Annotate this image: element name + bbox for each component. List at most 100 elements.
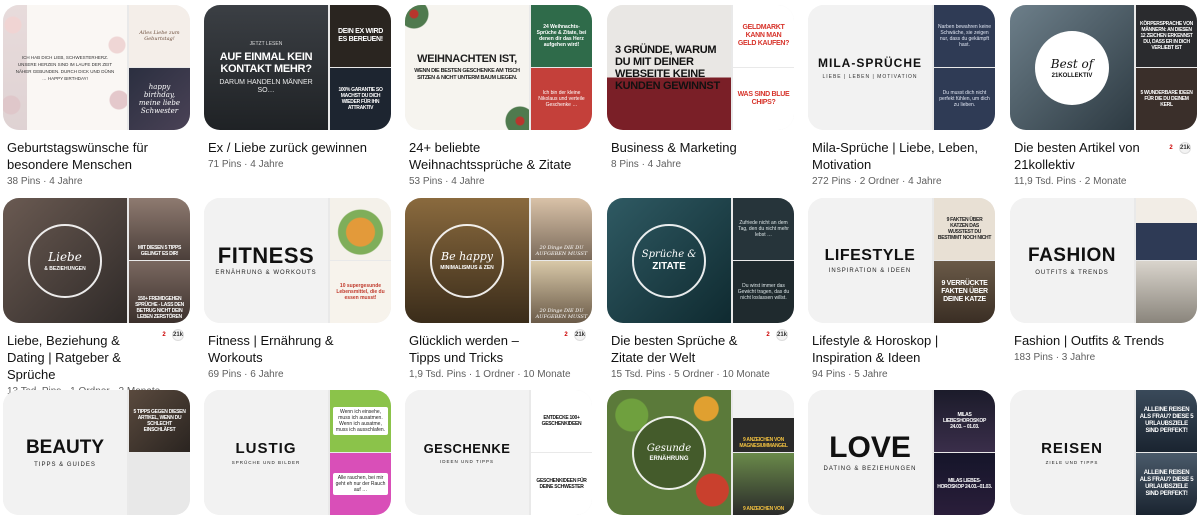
cover-side-bottom: 9 ANZEICHEN VON <box>733 453 794 515</box>
collaborator-avatars[interactable]: 2 21k <box>560 329 586 341</box>
cover-side-top: 9 ANZEICHEN VON MAGNESIUMMANGEL <box>733 390 794 452</box>
board-cover-collage[interactable]: FASHION OUTFITS & TRENDS <box>1010 198 1197 323</box>
board-title[interactable]: Fitness | Ernährung & Workouts <box>204 332 382 366</box>
board-title[interactable]: Lifestyle & Horoskop | Inspiration & Ide… <box>808 332 986 366</box>
avatar: 2 <box>1169 145 1173 151</box>
cover-main-image: BEAUTY TIPPS & GUIDES <box>3 390 127 515</box>
collaborator-avatars[interactable]: 2 21k <box>158 329 184 341</box>
board-meta: 38 Pins · 4 Jahre <box>7 176 83 187</box>
board-card[interactable]: REISEN ZIELE UND TIPPS ALLEINE REISEN AL… <box>1010 390 1197 515</box>
cover-side-bottom: MILAS LIEBES-HOROSKOP 24.03.–01.03. <box>934 453 995 515</box>
board-meta: 272 Pins · 2 Ordner · 4 Jahre <box>812 176 942 187</box>
board-meta: 94 Pins · 5 Jahre <box>812 369 888 380</box>
cover-side-bottom: Du musst dich nicht perfekt fühlen, um d… <box>934 68 995 130</box>
board-cover-collage[interactable]: Liebe & BEZIEHUNGEN MIT DIESEN 5 TIPPS G… <box>3 198 190 323</box>
cover-main-image: Best of 21KOLLEKTIV <box>1010 5 1134 130</box>
board-cover-collage[interactable]: Be happy MINIMALISMUS & ZEN 20 Dinge DIE… <box>405 198 592 323</box>
board-cover-collage[interactable]: WEIHNACHTEN IST, WENN DIE BESTEN GESCHEN… <box>405 5 592 130</box>
board-card[interactable]: FASHION OUTFITS & TRENDS Fashion | Outfi… <box>1010 198 1197 365</box>
board-card[interactable]: BEAUTY TIPPS & GUIDES 5 TIPPS Gegen dies… <box>3 390 190 515</box>
cover-main-image: Gesunde ERNÄHRUNG <box>607 390 731 515</box>
cover-side-top <box>1136 198 1197 260</box>
board-title[interactable]: Ex / Liebe zurück gewinnen <box>204 139 382 156</box>
board-cover-collage[interactable]: JETZT LESEN AUF EINMAL KEIN KONTAKT MEHR… <box>204 5 391 130</box>
collaborator-avatars[interactable]: 2 21k <box>1165 142 1191 154</box>
board-cover-collage[interactable]: Sprüche & ZITATE Zufriede nicht an dem T… <box>607 198 794 323</box>
board-cover-collage[interactable]: GESCHENKE IDEEN UND TIPPS ENTDECKE 100+ … <box>405 390 592 515</box>
cover-side-bottom: Ich bin der kleine Nikolaus und verteile… <box>531 68 592 130</box>
board-meta: 71 Pins · 4 Jahre <box>208 159 284 170</box>
cover-logo-ring: Best of 21KOLLEKTIV <box>1035 30 1109 105</box>
board-card[interactable]: LOVE DATING & BEZIEHUNGEN MILAS LIEBESHO… <box>808 390 995 515</box>
cover-side-bottom <box>129 453 190 515</box>
cover-side-top: MILAS LIEBESHOROSKOP 24.03. – 01.03. <box>934 390 995 452</box>
cover-side-bottom: 9 VERRÜCKTE FAKTEN ÜBER DEINE KATZE <box>934 261 995 323</box>
board-title[interactable]: Business & Marketing <box>607 139 785 156</box>
board-meta: 53 Pins · 4 Jahre <box>409 176 485 187</box>
board-card[interactable]: FITNESS ERNÄHRUNG & WORKOUTS 10 superges… <box>204 198 391 382</box>
cover-side-top: 24 Weihnachts-Sprüche & Zitate, bei dene… <box>531 5 592 67</box>
board-cover-collage[interactable]: FITNESS ERNÄHRUNG & WORKOUTS 10 superges… <box>204 198 391 323</box>
cover-side-top: 5 TIPPS Gegen diesen Artikel, wenn du sc… <box>129 390 190 452</box>
board-card[interactable]: Liebe & BEZIEHUNGEN MIT DIESEN 5 TIPPS G… <box>3 198 190 399</box>
avatar: 21k <box>1179 142 1191 154</box>
cover-main-image: JETZT LESEN AUF EINMAL KEIN KONTAKT MEHR… <box>204 5 328 130</box>
cover-main-image: ICH HAB DICH LIEB, SCHWESTERHERZ. UNSERE… <box>3 5 127 130</box>
collaborator-avatars[interactable]: 2 21k <box>762 329 788 341</box>
board-meta: 8 Pins · 4 Jahre <box>611 159 682 170</box>
cover-side-top: MIT DIESEN 5 TIPPS GELINGT ES DIR! <box>129 198 190 260</box>
board-title[interactable]: Glücklich werden – Tipps und Tricks <box>405 332 553 366</box>
avatar: 21k <box>574 329 586 341</box>
board-card[interactable]: Be happy MINIMALISMUS & ZEN 20 Dinge DIE… <box>405 198 592 382</box>
board-card[interactable]: ICH HAB DICH LIEB, SCHWESTERHERZ. UNSERE… <box>3 5 190 189</box>
board-card[interactable]: GESCHENKE IDEEN UND TIPPS ENTDECKE 100+ … <box>405 390 592 515</box>
board-title[interactable]: Die besten Sprüche & Zitate der Welt <box>607 332 755 366</box>
cover-main-image: REISEN ZIELE UND TIPPS <box>1010 390 1134 515</box>
board-meta: 15 Tsd. Pins · 5 Ordner · 10 Monate <box>611 369 770 380</box>
cover-side-bottom: 150+ FREMDGEHEN SPRÜCHE - LASS DEN BETRU… <box>129 261 190 323</box>
board-cover-collage[interactable]: MILA-SPRÜCHE LIEBE | LEBEN | MOTIVATION … <box>808 5 995 130</box>
board-meta: 1,9 Tsd. Pins · 1 Ordner · 10 Monate <box>409 369 571 380</box>
cover-logo-ring: Liebe & BEZIEHUNGEN <box>28 223 102 298</box>
board-title[interactable]: Geburtstagswünsche für besondere Mensche… <box>3 139 181 173</box>
board-cover-collage[interactable]: Best of 21KOLLEKTIV Körpersprache von Mä… <box>1010 5 1197 130</box>
cover-main-image: FITNESS ERNÄHRUNG & WORKOUTS <box>204 198 328 323</box>
cover-side-top: 20 Dinge DIE DU AUFGEBEN MUSST <box>531 198 592 260</box>
cover-side-bottom: 5 WUNDERBARE IDEEN FÜR DIE DU DEINEM KER… <box>1136 68 1197 130</box>
board-meta: 11,9 Tsd. Pins · 2 Monate <box>1014 176 1127 187</box>
board-card[interactable]: MILA-SPRÜCHE LIEBE | LEBEN | MOTIVATION … <box>808 5 995 189</box>
cover-side-bottom: Du wirst immer das Gewicht tragen, das d… <box>733 261 794 323</box>
board-card[interactable]: LIFESTYLE INSPIRATION & IDEEN 9 FAKTEN Ü… <box>808 198 995 382</box>
cover-main-image: FASHION OUTFITS & TRENDS <box>1010 198 1134 323</box>
cover-side-bottom <box>1136 261 1197 323</box>
cover-side-top: GELDMARKT KANN MAN GELD KAUFEN? <box>733 5 794 67</box>
board-cover-collage[interactable]: LUSTIG SPRÜCHE UND BILDER Wenn ich einse… <box>204 390 391 515</box>
board-card[interactable]: Gesunde ERNÄHRUNG 9 ANZEICHEN VON MAGNES… <box>607 390 794 515</box>
cover-side-bottom: GESCHENKIDEEN FÜR DEINE SCHWESTER <box>531 453 592 515</box>
cover-main-image: WEIHNACHTEN IST, WENN DIE BESTEN GESCHEN… <box>405 5 529 130</box>
cover-logo-ring: Be happy MINIMALISMUS & ZEN <box>430 223 504 298</box>
board-title[interactable]: Fashion | Outfits & Trends <box>1010 332 1188 349</box>
cover-side-bottom: Alle rauchen, bei mir geht eh nur der Ra… <box>330 453 391 515</box>
board-cover-collage[interactable]: Gesunde ERNÄHRUNG 9 ANZEICHEN VON MAGNES… <box>607 390 794 515</box>
board-card[interactable]: JETZT LESEN AUF EINMAL KEIN KONTAKT MEHR… <box>204 5 391 172</box>
board-card[interactable]: WEIHNACHTEN IST, WENN DIE BESTEN GESCHEN… <box>405 5 592 189</box>
board-cover-collage[interactable]: LIFESTYLE INSPIRATION & IDEEN 9 FAKTEN Ü… <box>808 198 995 323</box>
board-card[interactable]: 3 GRÜNDE, WARUM DU MIT DEINER WEBSEITE K… <box>607 5 794 172</box>
board-card[interactable]: Sprüche & ZITATE Zufriede nicht an dem T… <box>607 198 794 382</box>
board-cover-collage[interactable]: 3 GRÜNDE, WARUM DU MIT DEINER WEBSEITE K… <box>607 5 794 130</box>
board-cover-collage[interactable]: ICH HAB DICH LIEB, SCHWESTERHERZ. UNSERE… <box>3 5 190 130</box>
board-title[interactable]: Mila-Sprüche | Liebe, Leben, Motivation <box>808 139 986 173</box>
cover-side-bottom: happy birthday, meine liebe Schwester <box>129 68 190 130</box>
avatar: 2 <box>564 332 568 338</box>
board-meta: 69 Pins · 6 Jahre <box>208 369 284 380</box>
board-cover-collage[interactable]: LOVE DATING & BEZIEHUNGEN MILAS LIEBESHO… <box>808 390 995 515</box>
cover-side-top: Alles Liebe zum Geburtstag! <box>129 5 190 67</box>
board-cover-collage[interactable]: REISEN ZIELE UND TIPPS ALLEINE REISEN AL… <box>1010 390 1197 515</box>
board-title[interactable]: 24+ beliebte Weihnachtssprüche & Zitate <box>405 139 583 173</box>
board-card[interactable]: LUSTIG SPRÜCHE UND BILDER Wenn ich einse… <box>204 390 391 515</box>
board-card[interactable]: Best of 21KOLLEKTIV Körpersprache von Mä… <box>1010 5 1197 189</box>
board-title[interactable]: Liebe, Beziehung & Dating | Ratgeber & S… <box>3 332 151 383</box>
board-title[interactable]: Die besten Artikel von 21kollektiv <box>1010 139 1158 173</box>
board-cover-collage[interactable]: BEAUTY TIPPS & GUIDES 5 TIPPS Gegen dies… <box>3 390 190 515</box>
